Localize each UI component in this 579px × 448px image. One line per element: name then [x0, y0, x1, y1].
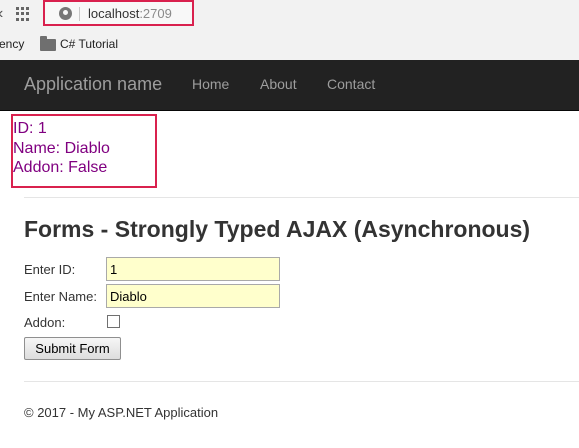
address-bar[interactable]: localhost:2709: [43, 0, 194, 26]
result-id: ID: 1: [13, 120, 47, 137]
name-label: Enter Name:: [24, 289, 97, 304]
page-root: ‹ localhost:2709 ency C# Tutorial Applic…: [0, 0, 579, 448]
nav-link-about[interactable]: About: [260, 76, 297, 92]
bookmark-csharp-tutorial[interactable]: C# Tutorial: [60, 37, 118, 51]
chevron-left-icon[interactable]: ‹: [0, 6, 6, 22]
site-navbar: Application name Home About Contact: [0, 60, 579, 111]
id-input[interactable]: [106, 257, 280, 281]
addon-label: Addon:: [24, 315, 66, 330]
divider-footer: [24, 381, 579, 382]
bookmark-partial[interactable]: ency: [0, 37, 24, 51]
folder-icon[interactable]: [40, 36, 56, 51]
nav-link-contact[interactable]: Contact: [327, 76, 375, 92]
page-title: Forms - Strongly Typed AJAX (Asynchronou…: [24, 216, 531, 242]
result-addon: Addon: False: [13, 159, 108, 176]
address-port: :2709: [139, 6, 172, 21]
divider-top: [24, 197, 579, 198]
navbar-brand[interactable]: Application name: [24, 74, 162, 95]
name-input[interactable]: [106, 284, 280, 308]
address-separator: [79, 7, 80, 21]
globe-icon: [59, 7, 72, 20]
address-text: localhost:2709: [88, 5, 172, 23]
browser-toolbar: ‹ localhost:2709: [0, 0, 579, 30]
submit-form-button[interactable]: Submit Form: [24, 337, 121, 360]
result-name: Name: Diablo: [13, 140, 110, 157]
apps-grid-icon[interactable]: [16, 7, 30, 21]
nav-link-home[interactable]: Home: [192, 76, 229, 92]
addon-checkbox[interactable]: [107, 315, 120, 328]
footer-copyright: © 2017 - My ASP.NET Application: [24, 405, 219, 420]
address-host: localhost: [88, 6, 140, 21]
bookmarks-bar: ency C# Tutorial: [0, 30, 579, 60]
id-label: Enter ID:: [24, 262, 76, 277]
